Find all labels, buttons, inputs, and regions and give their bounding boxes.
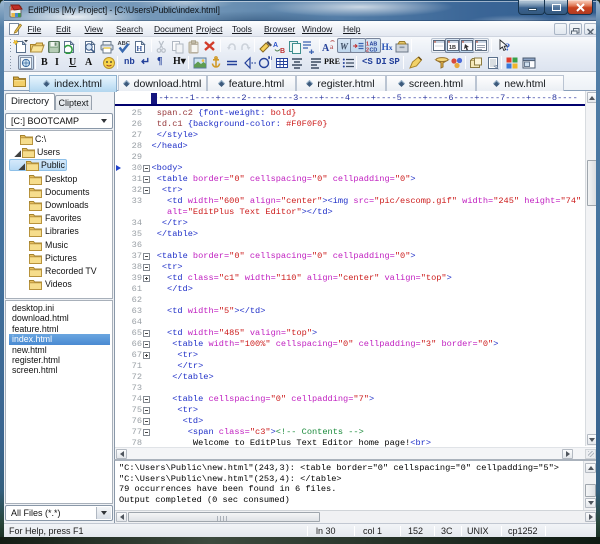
svg-text:1B: 1B <box>449 45 456 51</box>
svg-text:CD: CD <box>370 47 378 52</box>
svg-text:W: W <box>340 41 349 51</box>
svg-text:?: ? <box>505 43 510 54</box>
svg-text:a: a <box>330 42 334 51</box>
svg-text:A: A <box>273 42 278 49</box>
svg-text:A: A <box>322 43 330 54</box>
svg-text:x: x <box>389 43 393 52</box>
svg-text:H: H <box>136 44 142 53</box>
svg-text:ABC: ABC <box>118 41 131 47</box>
